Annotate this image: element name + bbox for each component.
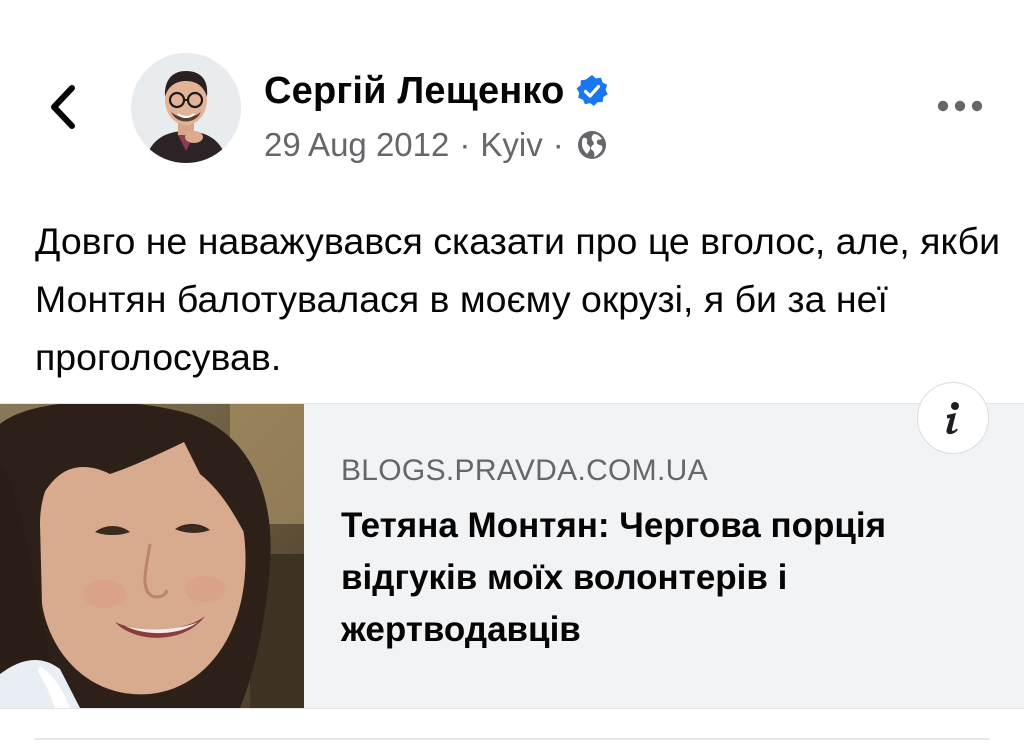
post-text: Довго не наважувався сказати про це вгол… <box>35 220 1001 378</box>
divider <box>35 738 989 740</box>
info-icon <box>946 402 959 435</box>
author-name[interactable]: Сергій Лещенко <box>264 70 565 113</box>
meta-separator: · <box>552 126 564 163</box>
woman-portrait-photo <box>0 404 304 708</box>
back-button[interactable] <box>38 78 88 136</box>
link-preview-card[interactable]: BLOGS.PRAVDA.COM.UA Тетяна Монтян: Черго… <box>0 382 1024 709</box>
link-domain: BLOGS.PRAVDA.COM.UA <box>341 454 708 487</box>
link-preview-image[interactable] <box>0 404 304 708</box>
globe-icon <box>576 129 608 161</box>
chevron-left-icon <box>51 85 75 129</box>
author-avatar[interactable] <box>131 53 241 163</box>
post-location[interactable]: Kyiv <box>480 126 542 164</box>
info-button[interactable] <box>917 382 989 454</box>
post-meta: 29 Aug 2012 · Kyiv · <box>264 122 608 168</box>
verified-badge-icon <box>575 74 609 108</box>
link-title[interactable]: Тетяна Монтян: Чергова порція відгуків м… <box>341 500 981 656</box>
post-date[interactable]: 29 Aug 2012 <box>264 126 449 164</box>
meta-separator: · <box>459 126 471 163</box>
more-options-button[interactable] <box>930 88 990 124</box>
more-dots-icon <box>937 100 983 112</box>
avatar-photo <box>131 53 241 163</box>
author-header: Сергій Лещенко <box>264 66 609 116</box>
